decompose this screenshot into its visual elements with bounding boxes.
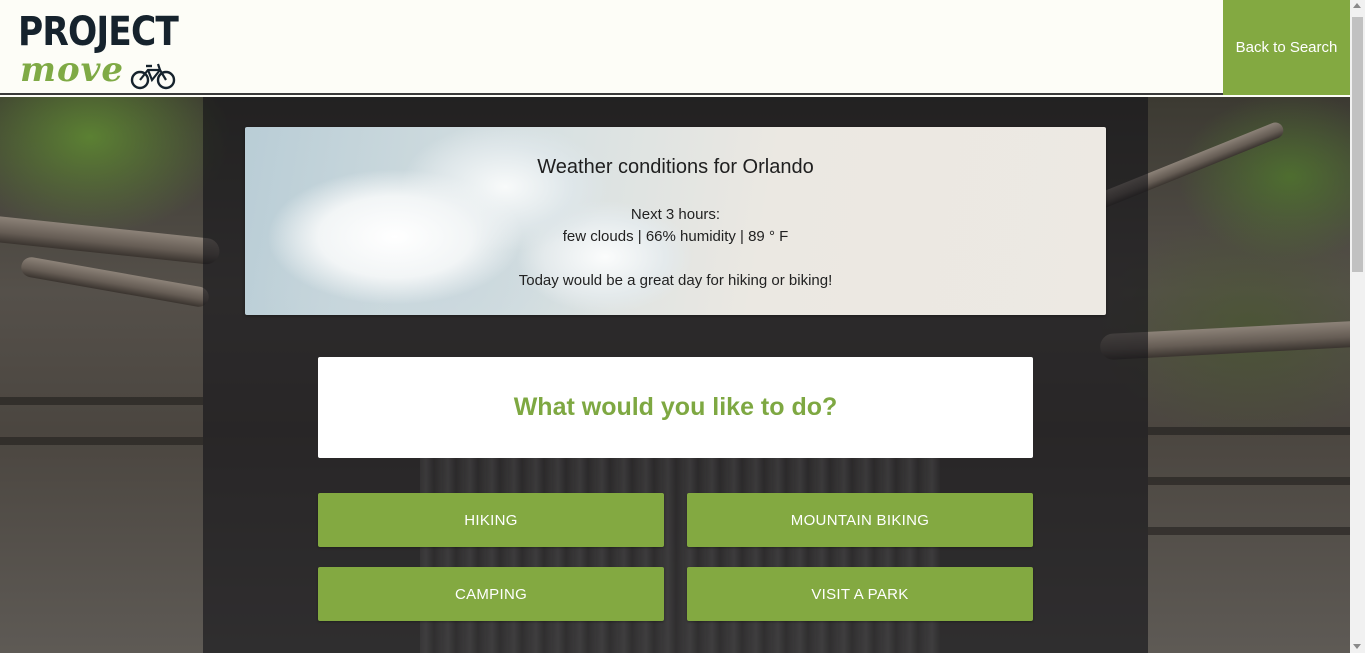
rock-ledge xyxy=(1148,427,1350,435)
weather-advice: Today would be a great day for hiking or… xyxy=(518,272,833,289)
bicycle-icon xyxy=(130,63,176,90)
weather-conditions: few clouds | 66% humidity | 89 ° F xyxy=(562,228,789,245)
fallen-log xyxy=(19,255,211,309)
rock-ledge xyxy=(1148,477,1350,485)
logo-text-move: move xyxy=(20,50,125,90)
activity-prompt-heading: What would you like to do? xyxy=(513,393,838,421)
mountain-biking-button[interactable]: MOUNTAIN BIKING xyxy=(687,493,1033,547)
forecast-label: Next 3 hours: xyxy=(630,206,721,223)
scroll-up-arrow-icon[interactable] xyxy=(1353,3,1361,8)
hiking-button[interactable]: HIKING xyxy=(318,493,664,547)
rock-ledge xyxy=(0,437,203,445)
weather-text: Weather conditions for Orlando Next 3 ho… xyxy=(245,127,1106,315)
weather-title: Weather conditions for Orlando xyxy=(537,156,814,178)
rock-ledge xyxy=(1148,527,1350,535)
back-to-search-button[interactable]: Back to Search xyxy=(1223,0,1350,95)
scrollbar-thumb[interactable] xyxy=(1352,17,1363,272)
weather-card: Weather conditions for Orlando Next 3 ho… xyxy=(245,127,1106,315)
visit-a-park-button[interactable]: VISIT A PARK xyxy=(687,567,1033,621)
rock-ledge xyxy=(0,397,203,405)
site-header: PROJECT move Back to Search xyxy=(0,0,1350,95)
camping-button[interactable]: CAMPING xyxy=(318,567,664,621)
page-scrollbar[interactable] xyxy=(1350,0,1365,653)
logo-text-project: PROJECT xyxy=(18,9,179,55)
scroll-down-arrow-icon[interactable] xyxy=(1353,644,1361,649)
activity-prompt-box: What would you like to do? xyxy=(318,357,1033,458)
project-move-logo[interactable]: PROJECT move xyxy=(18,10,188,90)
